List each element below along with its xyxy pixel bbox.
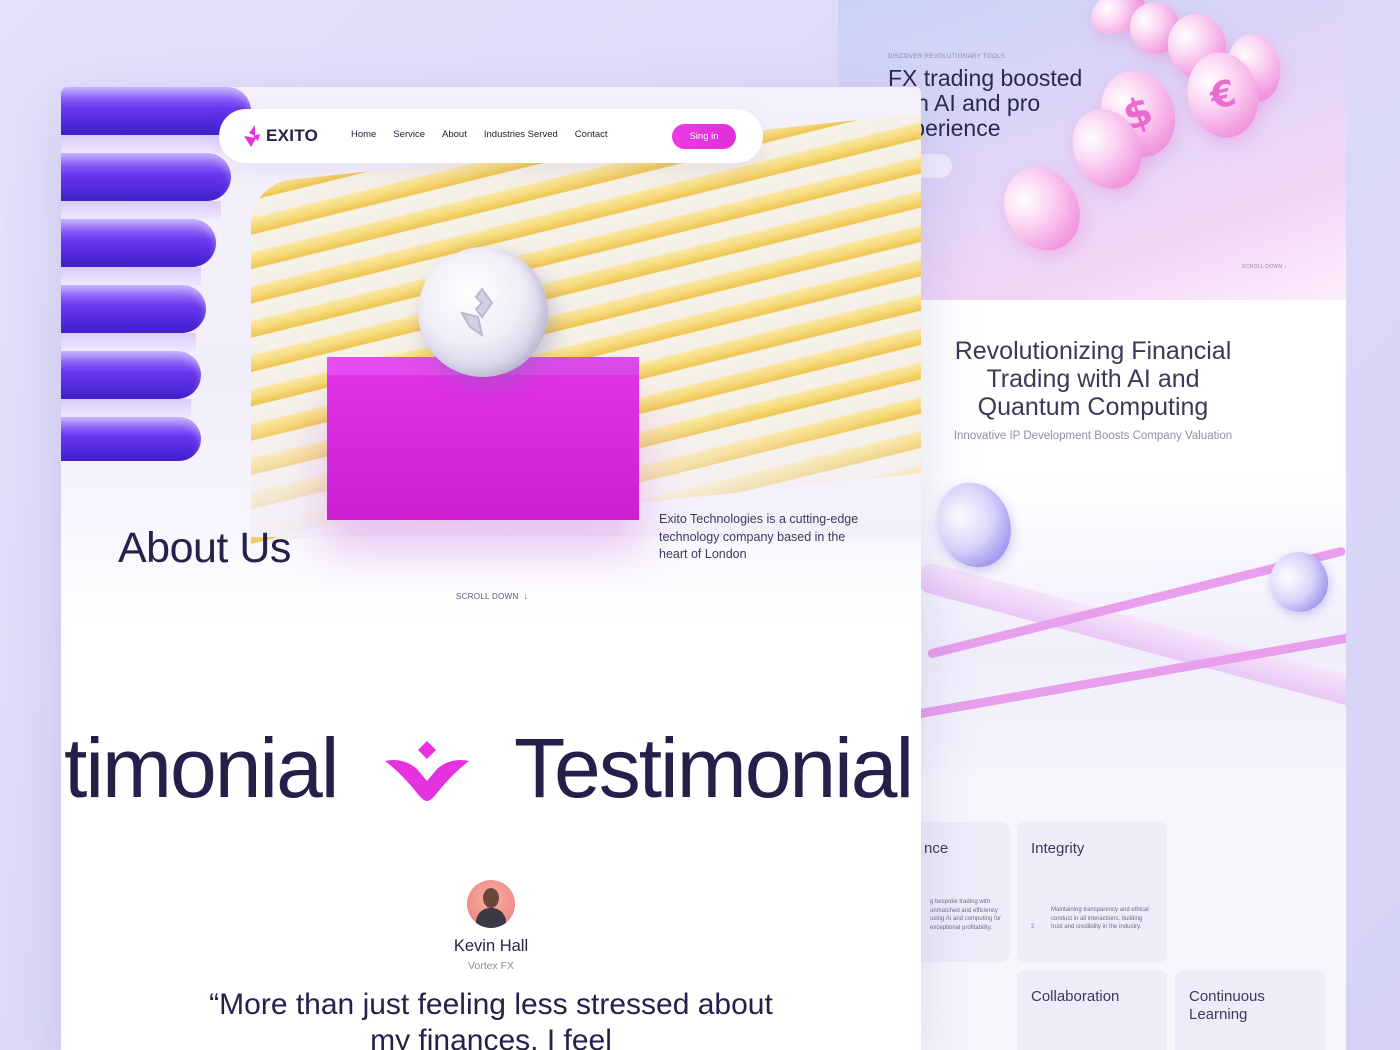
- value-card-integrity[interactable]: Integrity Maintaining transparency and e…: [1017, 822, 1167, 962]
- hero-purple-ring: [61, 351, 201, 399]
- hero-ring-gap: [61, 135, 221, 153]
- logo-text: EXITO: [266, 126, 319, 145]
- front-page: EXITO Home Service About Industries Serv…: [61, 87, 921, 1050]
- nav-link-industries[interactable]: Industries Served: [484, 129, 558, 140]
- scroll-down-link[interactable]: SCROLL DOWN ↓: [456, 592, 528, 601]
- value-card-text: g bespoke trading with unmatched and eff…: [930, 899, 1002, 931]
- nav-link-about[interactable]: About: [442, 129, 467, 140]
- testimonial-quote: “More than just feeling less stressed ab…: [209, 988, 773, 1050]
- testimonial-marquee: timonial Testimonial: [61, 723, 921, 813]
- value-card-continuous-learning[interactable]: Continuous Learning: [1175, 970, 1325, 1050]
- nav-link-home[interactable]: Home: [351, 129, 376, 140]
- hero-purple-ring: [61, 417, 201, 461]
- hero-ring-gap: [61, 267, 201, 285]
- nav-link-service[interactable]: Service: [393, 129, 425, 140]
- hero-purple-ring: [61, 153, 231, 201]
- back-section-title: Revolutionizing Financial Trading with A…: [954, 337, 1232, 421]
- euro-symbol: €: [1205, 72, 1241, 118]
- back-scroll-down[interactable]: SCROLL DOWN ↓: [1242, 264, 1287, 270]
- hero-pink-box: [327, 375, 639, 520]
- nav-link-contact[interactable]: Contact: [575, 129, 608, 140]
- value-card-title: Collaboration: [1031, 988, 1120, 1005]
- hero-purple-ring: [61, 219, 216, 267]
- coin-icon: [418, 247, 548, 377]
- avatar-body: [476, 908, 506, 928]
- value-card-collaboration[interactable]: Collaboration: [1017, 970, 1167, 1050]
- hero-ring-gap: [61, 399, 191, 417]
- marquee-text: timonial: [64, 721, 339, 815]
- exito-mark-icon: [385, 741, 469, 801]
- logo[interactable]: EXITO: [243, 124, 318, 148]
- coin-icon: [989, 153, 1095, 265]
- top-navbar: EXITO Home Service About Industries Serv…: [219, 109, 763, 163]
- hero-ring-gap: [61, 333, 196, 351]
- hero-description: Exito Technologies is a cutting-edge tec…: [659, 512, 859, 561]
- value-card-title: nce: [924, 840, 949, 857]
- avatar: [467, 880, 515, 928]
- value-card-text: Maintaining transparency and ethical con…: [1051, 907, 1149, 930]
- hero-ring-gap: [61, 201, 221, 219]
- value-card-title: Integrity: [1031, 840, 1085, 857]
- value-card-number: 2: [1031, 924, 1035, 930]
- arrow-down-icon: ↓: [523, 592, 528, 601]
- back-hero-eyebrow: DISCOVER REVOLUTIONARY TOOLS: [888, 54, 1006, 60]
- hero-purple-ring: [61, 285, 206, 333]
- testimonial-author-company: Vortex FX: [467, 960, 515, 972]
- back-section-subtitle: Innovative IP Development Boosts Company…: [953, 430, 1233, 442]
- avatar-head: [483, 888, 499, 908]
- exito-logo-icon: [244, 125, 260, 147]
- nav-links: Home Service About Industries Served Con…: [351, 129, 608, 140]
- coin-icon: [925, 472, 1023, 578]
- page-title: About Us: [118, 524, 291, 572]
- signin-button[interactable]: Sing in: [672, 124, 736, 149]
- marquee-text: Testimonial: [514, 721, 914, 815]
- value-card-title: Continuous Learning: [1189, 988, 1265, 1023]
- hero-section: EXITO Home Service About Industries Serv…: [61, 87, 921, 627]
- testimonial-author-name: Kevin Hall: [453, 937, 529, 955]
- exito-logo-emboss-icon: [459, 287, 494, 338]
- scroll-down-label: SCROLL DOWN: [456, 592, 519, 601]
